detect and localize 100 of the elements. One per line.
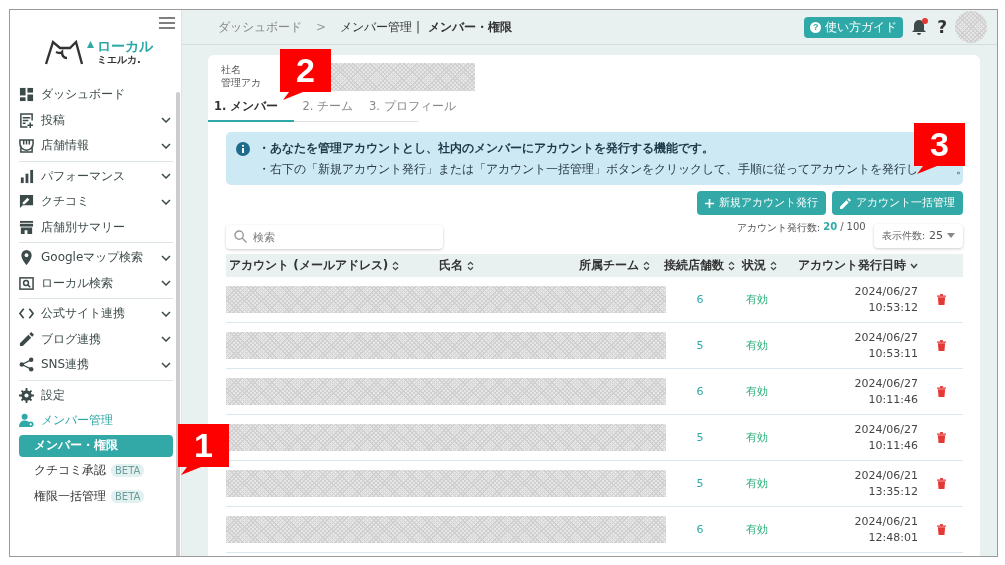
chevron-down-icon <box>161 336 171 343</box>
store-count: 6 <box>695 523 705 536</box>
column-header[interactable]: 接続店舗数 <box>661 257 739 274</box>
menu-icon[interactable] <box>159 17 175 29</box>
chevron-down-icon <box>161 310 171 317</box>
sidebar-item[interactable]: 投稿 <box>19 107 173 133</box>
chevron-down-icon <box>161 198 171 205</box>
status-text: 有効 <box>745 430 769 445</box>
column-header[interactable]: 状況 <box>739 257 791 274</box>
logo-main: ローカル <box>97 39 153 53</box>
dashboard-icon <box>19 87 34 103</box>
tab[interactable]: 3. プロフィール <box>361 99 464 122</box>
status-text: 有効 <box>745 384 769 399</box>
column-header[interactable]: 所属チーム <box>576 257 661 274</box>
issued-label: アカウント発行数: <box>736 221 821 235</box>
help-icon[interactable]: ? <box>937 17 947 37</box>
status-text: 有効 <box>745 338 769 353</box>
issued-time: 10:53:11 <box>868 345 918 362</box>
post-icon <box>19 112 34 128</box>
status-text: 有効 <box>745 522 769 537</box>
issued-date: 2024/06/21 <box>854 513 918 530</box>
info-text-end: 。 <box>956 161 968 178</box>
chevron-down-icon <box>161 142 171 149</box>
store-count: 6 <box>695 385 705 398</box>
status-text: 有効 <box>745 292 769 307</box>
page-title: メンバー・権限 <box>428 18 513 36</box>
sidebar-item[interactable]: パフォーマンス <box>19 163 173 189</box>
sidebar-item[interactable]: 店舗別サマリー <box>19 214 173 240</box>
info-text: ・右下の「新規アカウント発行」または「アカウント一括管理」ボタンをクリックして、手順に従ってアカウントを発行し <box>258 161 918 178</box>
trash-icon[interactable] <box>936 524 946 535</box>
sort-icon <box>728 260 735 271</box>
issued-date: 2024/06/27 <box>854 375 918 392</box>
issued-time: 10:11:46 <box>868 391 918 408</box>
shop-icon <box>19 219 34 235</box>
tab[interactable]: 1. メンバー <box>208 99 295 122</box>
chevron-down-icon <box>161 173 171 180</box>
store-count: 5 <box>695 339 705 352</box>
submenu-item[interactable]: 権限一括管理 BETA <box>19 483 173 510</box>
sort-desc-icon <box>910 262 918 269</box>
store-icon <box>19 138 34 154</box>
review-icon <box>19 194 34 210</box>
sidebar-item[interactable]: ダッシュボード <box>19 82 173 108</box>
cat-logo-icon <box>44 39 84 65</box>
pencil-icon <box>19 331 34 347</box>
issued-time: 10:11:46 <box>868 437 918 454</box>
column-header[interactable]: アカウント (メールアドレス) <box>226 257 436 274</box>
pencil-icon <box>840 197 851 209</box>
issued-time: 12:48:01 <box>868 529 918 546</box>
issued-date: 2024/06/27 <box>854 329 918 346</box>
sort-icon <box>467 260 474 271</box>
sidebar-item[interactable]: SNS連携 <box>19 352 173 378</box>
bars-icon <box>19 168 34 184</box>
trash-icon[interactable] <box>936 432 946 443</box>
sidebar-item[interactable]: クチコミ <box>19 189 173 215</box>
chevron-down-icon <box>161 254 171 261</box>
trash-icon[interactable] <box>936 294 946 305</box>
sidebar-item[interactable]: 設定 <box>19 382 173 408</box>
admin-label: 管理アカ <box>221 76 262 89</box>
page-size-select[interactable]: 表示件数: 25 <box>873 223 963 248</box>
trash-icon[interactable] <box>936 340 946 351</box>
sidebar-item[interactable]: Googleマップ検索 <box>19 245 173 271</box>
search-field[interactable]: 検索 <box>226 225 443 249</box>
caret-down-icon <box>947 233 955 238</box>
store-count: 5 <box>695 477 705 490</box>
issued-time: 13:35:12 <box>868 483 918 500</box>
issued-count: 20 <box>823 221 838 234</box>
issued-time: 10:53:12 <box>868 299 918 316</box>
column-header[interactable]: アカウント発行日時 <box>791 257 921 274</box>
pin-icon <box>19 250 34 266</box>
sidebar-item[interactable]: ブログ連携 <box>19 326 173 352</box>
submenu-item[interactable]: クチコミ承認 BETA <box>19 457 173 484</box>
chevron-down-icon <box>161 280 171 287</box>
sidebar-item[interactable]: 公式サイト連携 <box>19 301 173 327</box>
sort-icon <box>643 260 650 271</box>
issued-date: 2024/06/27 <box>854 283 918 300</box>
search-icon <box>19 275 34 291</box>
sort-icon <box>770 260 777 271</box>
sort-icon <box>392 260 400 271</box>
issued-date: 2024/06/21 <box>854 467 918 484</box>
column-header[interactable]: 氏名 <box>436 257 576 274</box>
chevron-down-icon <box>161 361 171 368</box>
issued-separator: / <box>840 221 844 234</box>
search-icon <box>234 230 247 243</box>
tab[interactable]: 2. チーム <box>294 99 361 122</box>
share-icon <box>19 357 34 373</box>
title-divider: | <box>416 20 421 34</box>
sidebar-item[interactable]: 店舗情報 <box>19 133 173 159</box>
bell-icon[interactable] <box>911 18 930 36</box>
plus-icon <box>705 198 714 208</box>
sidebar-item[interactable]: ローカル検索 <box>19 270 173 296</box>
trash-icon[interactable] <box>936 386 946 397</box>
issued-total: 100 <box>846 221 866 234</box>
gear-icon <box>19 387 34 403</box>
beta-badge: BETA <box>111 490 145 503</box>
company-label: 社名 <box>221 63 242 76</box>
breadcrumb-section: メンバー管理 <box>340 18 413 36</box>
help-circle-icon: ? <box>810 21 822 33</box>
beta-badge: BETA <box>111 464 145 477</box>
status-text: 有効 <box>745 476 769 491</box>
trash-icon[interactable] <box>936 478 946 489</box>
